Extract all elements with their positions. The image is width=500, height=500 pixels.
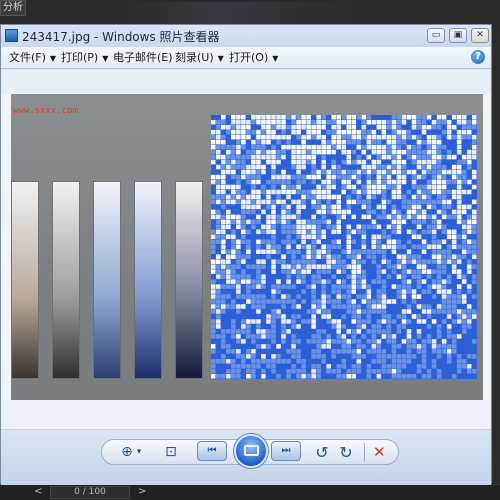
delete-icon[interactable]: ✕: [373, 443, 386, 461]
menu-open-label: 打开(O): [229, 51, 269, 64]
page-counter: 0 / 100: [50, 486, 130, 499]
chevron-down-icon: ▼: [102, 54, 109, 63]
menu-burn-label: 刻录(U): [175, 51, 214, 64]
background-tab[interactable]: 分析: [0, 0, 26, 16]
menu-burn[interactable]: 刻录(U) ▼: [175, 50, 224, 66]
chevron-down-icon: ▼: [49, 54, 57, 63]
mosaic-strip-light-blue: [93, 181, 121, 379]
rotate-clockwise-icon[interactable]: ↻: [338, 444, 354, 461]
mosaic-strip-blue: [134, 181, 162, 379]
previous-button[interactable]: ⏮: [197, 441, 227, 461]
toolbar-spacer: [1, 70, 491, 94]
window-title: 243417.jpg - Windows 照片查看器: [22, 30, 220, 44]
menu-email-label: 电子邮件(E): [113, 51, 173, 64]
displayed-photo: www.sxxx.com: [11, 94, 483, 400]
menu-print-label: 打印(P): [61, 51, 99, 64]
blue-mosaic-panel: [211, 115, 477, 379]
photo-viewer-window: 243417.jpg - Windows 照片查看器 ▭ ▣ ✕ 文件(F) ▼ …: [0, 24, 492, 485]
help-icon[interactable]: ?: [471, 50, 485, 64]
photo-viewer-app-icon: [5, 29, 18, 42]
prev-page-arrow[interactable]: <: [34, 486, 42, 497]
slideshow-icon: [244, 445, 259, 456]
minimize-button[interactable]: ▭: [427, 28, 445, 43]
menu-file-label: 文件(F): [9, 51, 46, 64]
controls-separator: [364, 443, 365, 462]
menu-print[interactable]: 打印(P) ▼: [61, 50, 108, 66]
menu-bar: 文件(F) ▼ 打印(P) ▼ 电子邮件(E) 刻录(U) ▼ 打开(O) ▼ ?: [1, 47, 491, 69]
next-page-arrow[interactable]: >: [138, 486, 146, 497]
rotate-counterclockwise-icon[interactable]: ↺: [314, 444, 330, 461]
mosaic-strip-warm: [11, 181, 39, 379]
chevron-down-icon: ▼: [217, 54, 224, 63]
close-button[interactable]: ✕: [471, 28, 489, 43]
title-bar[interactable]: 243417.jpg - Windows 照片查看器 ▭ ▣ ✕: [1, 25, 491, 47]
mosaic-strip-gray: [52, 181, 80, 379]
image-canvas[interactable]: www.sxxx.com: [1, 94, 491, 400]
mosaic-strip-navy: [175, 181, 203, 379]
menu-email[interactable]: 电子邮件(E): [113, 50, 173, 66]
maximize-button[interactable]: ▣: [449, 28, 467, 43]
menu-open[interactable]: 打开(O) ▼: [229, 50, 278, 66]
zoom-icon[interactable]: ⊕: [120, 444, 134, 461]
viewer-controls: ⊕ ▾ ⊡ ⏮ ⏭ ↺ ↻ ✕: [1, 430, 491, 485]
watermark-text: www.sxxx.com: [13, 106, 79, 116]
chevron-down-icon: ▼: [272, 54, 279, 63]
next-button[interactable]: ⏭: [271, 441, 301, 461]
menu-file[interactable]: 文件(F) ▼: [9, 50, 56, 66]
canvas-footer: [1, 400, 491, 430]
slideshow-button[interactable]: [234, 434, 268, 468]
zoom-dropdown-icon[interactable]: ▾: [134, 444, 144, 461]
actual-size-icon[interactable]: ⊡: [162, 444, 180, 461]
